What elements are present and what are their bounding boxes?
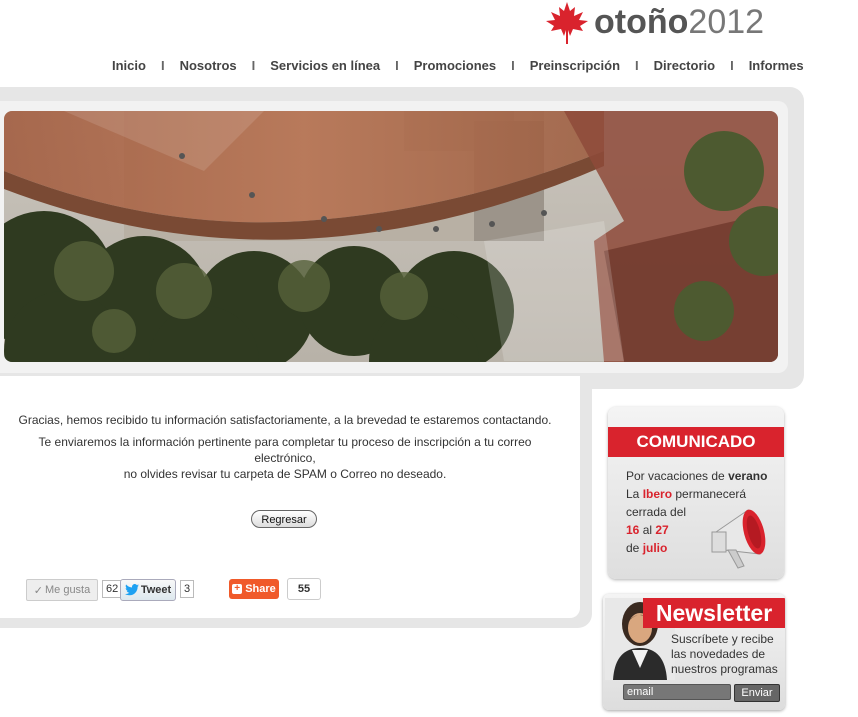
newsletter-text: Suscríbete y recibe las novedades de nue…	[671, 632, 778, 676]
nav-item-nosotros[interactable]: Nosotros	[180, 58, 237, 73]
nav-separator: I	[395, 58, 399, 73]
nav-item-servicios[interactable]: Servicios en línea	[270, 58, 380, 73]
send-button[interactable]: Enviar	[734, 684, 780, 702]
tweet-button[interactable]: Tweet	[120, 579, 176, 601]
tweet-count: 3	[180, 579, 195, 599]
newsletter-title: Newsletter	[643, 598, 785, 628]
nav-item-directorio[interactable]: Directorio	[654, 58, 715, 73]
nav-separator: I	[511, 58, 515, 73]
nav-item-promociones[interactable]: Promociones	[414, 58, 496, 73]
campus-architecture-photo	[4, 111, 778, 362]
nav-item-informes[interactable]: Informes	[749, 58, 804, 73]
spam-notice: no olvides revisar tu carpeta de SPAM o …	[123, 467, 447, 481]
comunicado-title: COMUNICADO	[608, 427, 784, 457]
nav-separator: I	[251, 58, 256, 73]
back-button[interactable]: Regresar	[251, 510, 317, 528]
nav-separator: I	[730, 58, 734, 73]
nav-item-inicio[interactable]: Inicio	[112, 58, 146, 73]
nav-item-preinscripcion[interactable]: Preinscripción	[530, 58, 620, 73]
nav-separator: I	[635, 58, 639, 73]
newsletter-widget: Newsletter Suscríbete y recibe las noved…	[603, 594, 785, 710]
comunicado-banner[interactable]: COMUNICADO Por vacaciones de verano La I…	[608, 407, 784, 579]
plus-icon: +	[232, 584, 243, 594]
share-button[interactable]: + Share	[229, 579, 279, 599]
site-logo[interactable]: otoño2012	[542, 0, 792, 44]
check-icon: ✓	[33, 584, 43, 597]
email-notice: Te enviaremos la información pertinente …	[38, 435, 532, 465]
confirmation-message: Gracias, hemos recibido tu información s…	[18, 413, 552, 427]
main-nav: Inicio I Nosotros I Servicios en línea I…	[112, 58, 804, 73]
megaphone-icon	[711, 509, 766, 569]
facebook-like-button[interactable]: ✓ Me gusta	[26, 579, 98, 601]
maple-leaf-icon	[546, 2, 588, 44]
email-field[interactable]	[623, 684, 731, 700]
hero-image	[4, 111, 778, 362]
share-count: 55	[287, 578, 321, 600]
twitter-bird-icon	[124, 584, 139, 596]
logo-wordmark: otoño2012	[594, 3, 765, 41]
nav-separator: I	[160, 58, 165, 73]
